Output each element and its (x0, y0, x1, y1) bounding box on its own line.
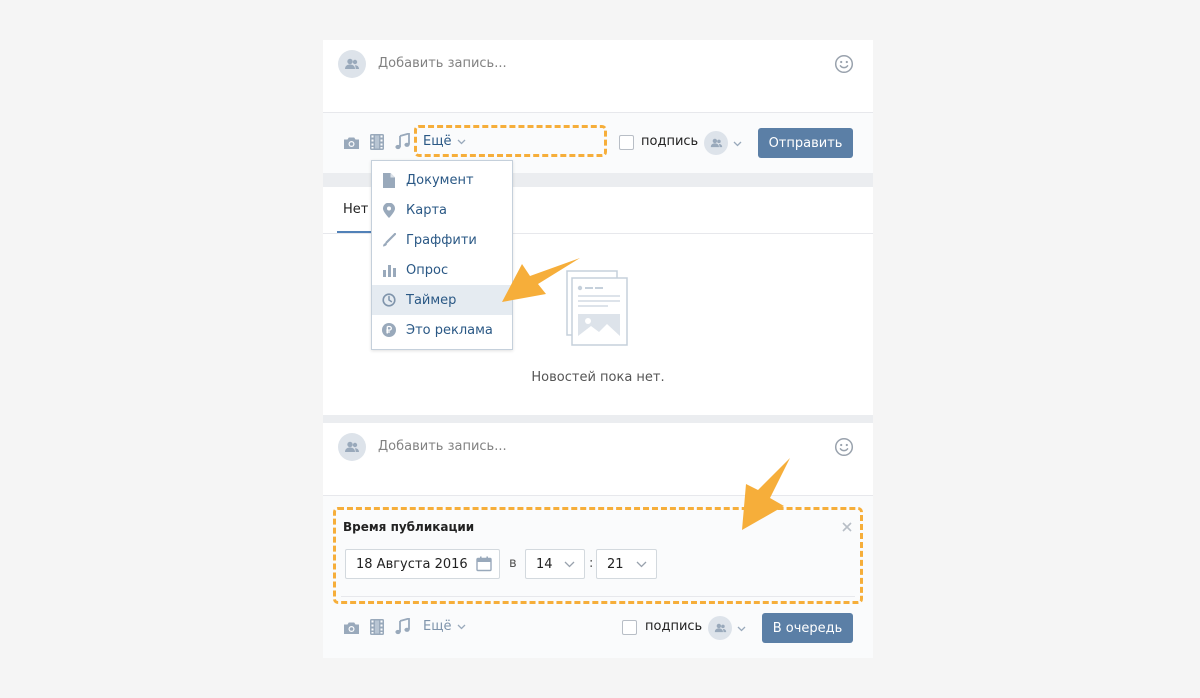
menu-item-label: Опрос (406, 262, 449, 278)
menu-item-timer[interactable]: Таймер (372, 285, 512, 315)
author-chevron-down-icon[interactable] (737, 626, 746, 632)
section-gap-2 (323, 415, 873, 423)
more-menu: Документ Карта Граффити Опрос Таймер Это… (371, 160, 513, 350)
community-avatar (338, 433, 366, 461)
arrow-to-timer-icon (502, 258, 580, 302)
queue-button[interactable]: В очередь (762, 613, 853, 643)
brush-icon (372, 233, 406, 247)
author-chevron-down-icon[interactable] (733, 141, 742, 147)
menu-item-poll[interactable]: Опрос (372, 255, 512, 285)
camera-icon[interactable] (343, 620, 360, 639)
chevron-down-icon (458, 624, 466, 629)
map-pin-icon (372, 202, 406, 218)
clock-icon (372, 293, 406, 307)
menu-item-label: Документ (406, 172, 474, 188)
community-avatar (338, 50, 366, 78)
menu-item-ad[interactable]: Это реклама (372, 315, 512, 345)
signature-checkbox[interactable] (622, 620, 637, 635)
arrow-to-publish-time-icon (742, 458, 790, 530)
document-icon (372, 172, 406, 188)
camera-icon[interactable] (343, 135, 360, 154)
menu-item-label: Граффити (406, 232, 477, 248)
author-select-avatar[interactable] (708, 616, 732, 640)
video-icon[interactable] (370, 619, 384, 639)
post-input[interactable]: Добавить запись... (378, 56, 507, 71)
more-dropdown[interactable]: Ещё (423, 619, 466, 634)
post-input[interactable]: Добавить запись... (378, 439, 507, 454)
author-select-avatar[interactable] (704, 131, 728, 155)
video-icon[interactable] (370, 134, 384, 154)
signature-label[interactable]: подпись (645, 619, 702, 634)
more-highlight-frame (414, 125, 607, 157)
smile-icon[interactable] (834, 54, 854, 78)
music-icon[interactable] (395, 132, 410, 154)
menu-item-graffiti[interactable]: Граффити (372, 225, 512, 255)
menu-item-map[interactable]: Карта (372, 195, 512, 225)
smile-icon[interactable] (834, 437, 854, 461)
ruble-icon (372, 323, 406, 337)
menu-item-label: Карта (406, 202, 447, 218)
menu-item-document[interactable]: Документ (372, 165, 512, 195)
menu-item-label: Это реклама (406, 322, 493, 338)
more-label: Ещё (423, 619, 452, 634)
send-button[interactable]: Отправить (758, 128, 853, 158)
signature-checkbox[interactable] (619, 135, 634, 150)
music-icon[interactable] (395, 617, 410, 639)
signature-label[interactable]: подпись (641, 134, 698, 149)
poll-icon (372, 264, 406, 277)
menu-item-label: Таймер (406, 292, 457, 308)
empty-news-text: Новостей пока нет. (531, 370, 665, 385)
